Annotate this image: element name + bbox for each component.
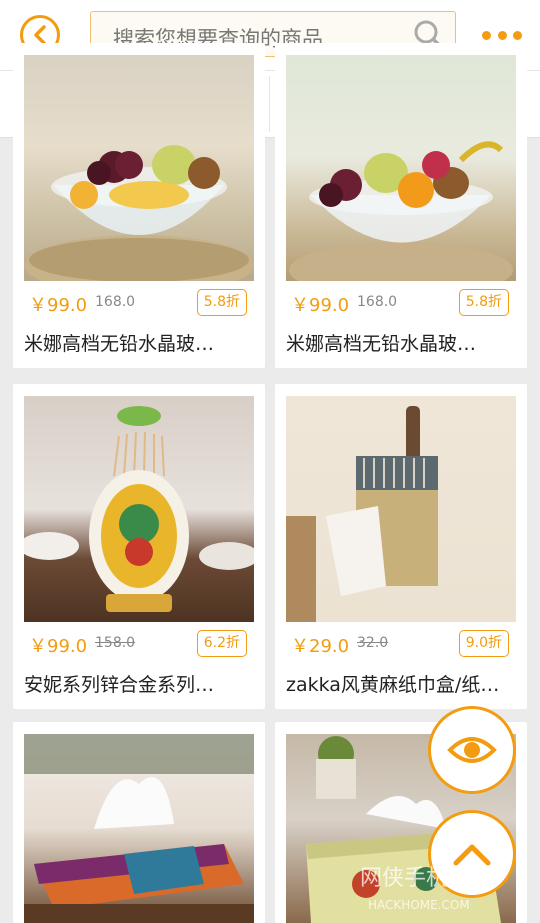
product-card[interactable]: ￥29.0 32.0 9.0折 zakka风黄麻纸巾盒/纸… (275, 384, 527, 709)
product-original-price: 168.0 (357, 294, 398, 310)
product-image (24, 55, 254, 281)
eye-icon (447, 737, 497, 763)
product-title: 米娜高档无铅水晶玻… (24, 333, 215, 355)
product-card[interactable] (13, 722, 265, 923)
product-image (24, 734, 254, 923)
product-image (24, 396, 254, 622)
product-original-price: 32.0 (357, 635, 389, 651)
discount-badge: 5.8折 (458, 289, 509, 316)
discount-badge: 5.8折 (196, 289, 247, 316)
product-card[interactable]: ￥99.0 168.0 5.8折 米娜高档无铅水晶玻… (275, 43, 527, 368)
product-card[interactable]: ￥99.0 168.0 5.8折 米娜高档无铅水晶玻… (13, 43, 265, 368)
product-image (286, 55, 516, 281)
product-price: ￥29.0 (291, 636, 350, 657)
fruit-bowl-image (289, 141, 513, 281)
product-image (286, 396, 516, 622)
toothpick-holder-image (24, 406, 254, 612)
more-dot-icon (482, 30, 491, 40)
view-mode-button[interactable] (428, 706, 516, 794)
discount-badge: 9.0折 (458, 630, 509, 657)
product-title: zakka风黄麻纸巾盒/纸… (286, 674, 500, 696)
more-menu-button[interactable] (482, 26, 522, 44)
discount-badge: 6.2折 (196, 630, 247, 657)
product-price: ￥99.0 (29, 636, 88, 657)
product-title: 米娜高档无铅水晶玻… (286, 333, 477, 355)
product-title: 安妮系列锌合金系列… (24, 674, 215, 696)
product-price: ￥99.0 (291, 295, 350, 316)
more-dot-icon (513, 30, 522, 40)
tissue-box-image (24, 734, 254, 923)
product-card[interactable]: ￥99.0 158.0 6.2折 安妮系列锌合金系列… (13, 384, 265, 709)
watermark-subtext: HACKHOME.COM (368, 898, 470, 912)
more-dot-icon (497, 30, 507, 40)
product-original-price: 168.0 (95, 294, 136, 310)
product-original-price: 158.0 (95, 635, 136, 651)
tissue-box-image (286, 406, 438, 622)
product-price: ￥99.0 (29, 295, 88, 316)
watermark-text: 网侠手机站 (360, 866, 471, 891)
fruit-bowl-image (24, 145, 254, 281)
